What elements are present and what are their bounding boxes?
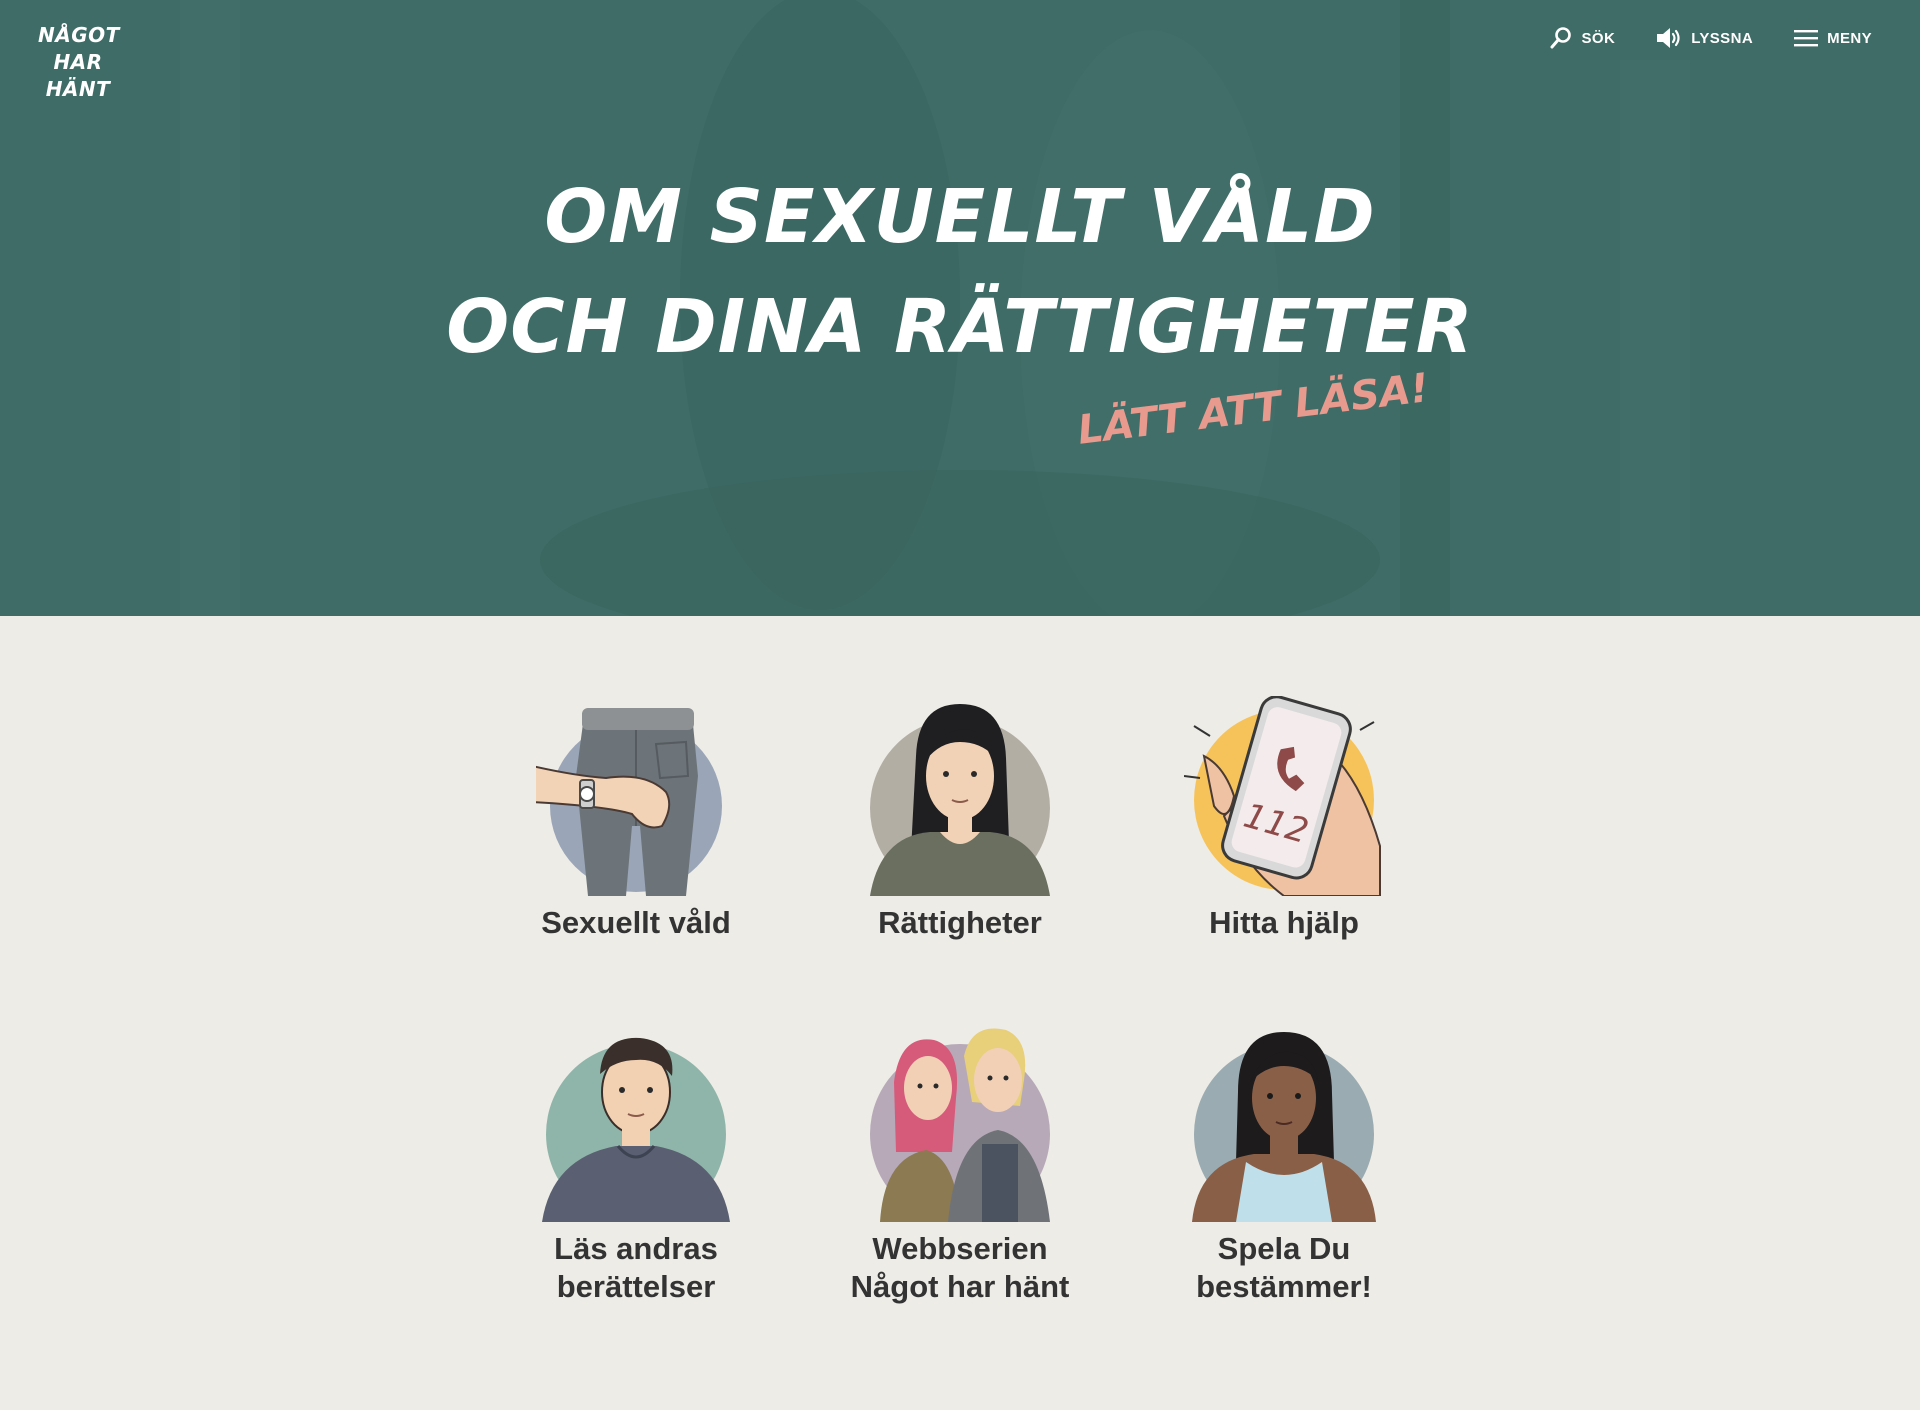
card-label-line-2: Något har hänt xyxy=(850,1269,1070,1304)
logo-line-1: NÅGOT xyxy=(38,23,120,47)
boy-portrait-illustration-icon xyxy=(542,1037,730,1222)
card-label: Sexuellt våld xyxy=(541,905,731,940)
card-label: Hitta hjälp xyxy=(1209,905,1359,940)
card-label: Läs andras berättelser xyxy=(506,1230,766,1306)
menu-button[interactable]: MENY xyxy=(1793,27,1872,49)
card-label-line-2: berättelser xyxy=(556,1269,716,1304)
card-label-line-1: Läs andras xyxy=(554,1231,718,1266)
woman-portrait-illustration-icon xyxy=(1192,1032,1376,1222)
site-logo[interactable]: NÅGOT HAR HÄNT xyxy=(38,22,120,103)
card-label: Rättigheter xyxy=(878,905,1042,940)
menu-label: MENY xyxy=(1827,29,1872,47)
hero-banner: NÅGOT HAR HÄNT SÖK LYSSNA MENY OM SEXUEL… xyxy=(0,0,1920,616)
search-button[interactable]: SÖK xyxy=(1549,26,1615,50)
topic-grid: Sexuellt våld Rättigheter 112 Hitta hjäl… xyxy=(0,616,1920,1410)
hamburger-icon xyxy=(1794,30,1819,47)
two-friends-illustration-icon xyxy=(870,1028,1050,1222)
girl-portrait-illustration-icon xyxy=(870,704,1050,896)
speaker-icon xyxy=(1657,28,1680,48)
card-label-line-1: Spela Du xyxy=(1217,1231,1351,1266)
jeans-hand-illustration-icon xyxy=(536,708,722,896)
phone-112-illustration-icon: 112 xyxy=(1184,696,1381,896)
search-icon xyxy=(1550,27,1572,49)
logo-line-2: HAR xyxy=(53,50,103,74)
card-label: Webbserien Något har hänt xyxy=(830,1230,1090,1306)
search-label: SÖK xyxy=(1581,29,1616,47)
listen-button[interactable]: LYSSNA xyxy=(1655,26,1753,50)
listen-label: LYSSNA xyxy=(1691,29,1754,47)
hero-title-line-1: OM SEXUELLT VÅLD xyxy=(544,174,1376,260)
card-label-line-1: Webbserien xyxy=(872,1231,1048,1266)
card-label-line-2: bestämmer! xyxy=(1196,1269,1372,1304)
hero-title-line-2: OCH DINA RÄTTIGHETER xyxy=(446,284,1474,370)
top-navigation: SÖK LYSSNA MENY xyxy=(1509,24,1872,52)
card-label: Spela Du bestämmer! xyxy=(1154,1230,1414,1306)
logo-line-3: HÄNT xyxy=(45,77,111,101)
